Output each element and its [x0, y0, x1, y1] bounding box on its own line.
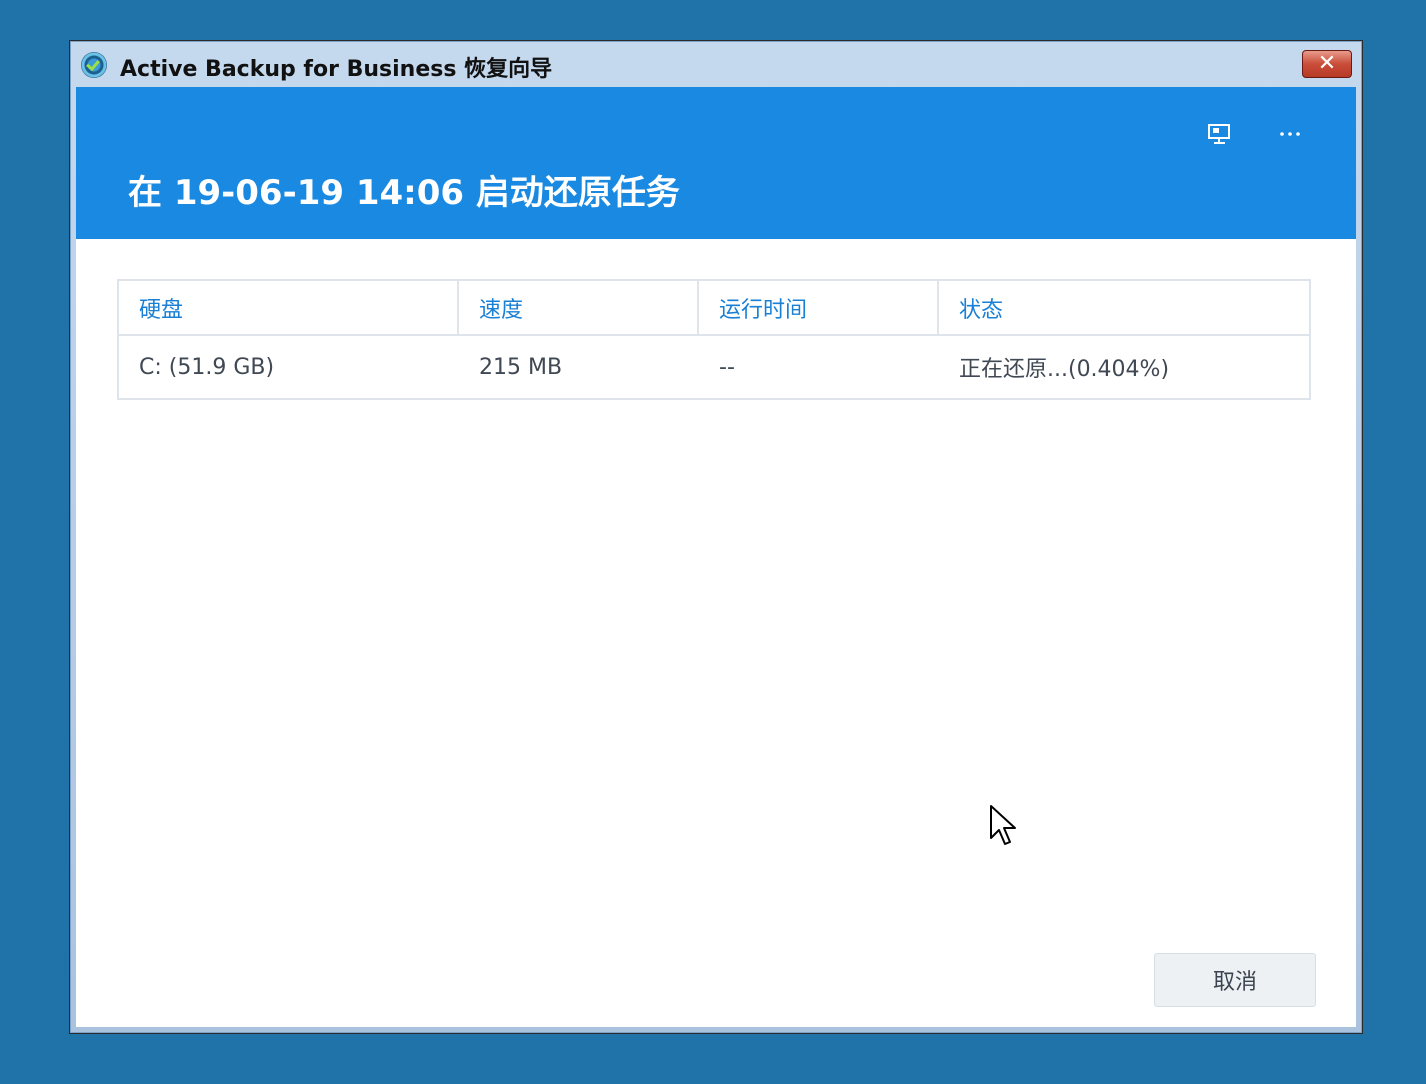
monitor-icon[interactable]: [1206, 123, 1234, 145]
column-header-runtime[interactable]: 运行时间: [699, 281, 939, 334]
table-header-row: 硬盘 速度 运行时间 状态: [119, 281, 1309, 336]
column-header-disk[interactable]: 硬盘: [119, 281, 459, 334]
recovery-wizard-window: Active Backup for Business 恢复向导 ✕ 在 19-0…: [69, 40, 1363, 1034]
speed-cell: 215 MB: [479, 354, 563, 380]
title-bar[interactable]: Active Backup for Business 恢复向导 ✕: [70, 41, 1362, 87]
wizard-header: 在 19-06-19 14:06 启动还原任务: [76, 87, 1356, 239]
active-backup-app-icon: [81, 52, 107, 78]
runtime-cell: --: [719, 354, 735, 380]
wizard-content: 在 19-06-19 14:06 启动还原任务 硬盘 速度 运行时间 状态 C:…: [76, 87, 1356, 1027]
column-header-speed[interactable]: 速度: [459, 281, 699, 334]
mouse-pointer-icon: [990, 805, 1016, 845]
close-button[interactable]: ✕: [1302, 50, 1352, 78]
task-start-title: 在 19-06-19 14:06 启动还原任务: [128, 173, 680, 213]
column-header-status[interactable]: 状态: [939, 281, 1309, 334]
status-cell: 正在还原...(0.404%): [959, 357, 1170, 382]
table-row[interactable]: C: (51.9 GB) 215 MB -- 正在还原...(0.404%): [119, 336, 1309, 398]
window-title: Active Backup for Business 恢复向导: [120, 57, 553, 82]
cancel-button[interactable]: 取消: [1154, 953, 1316, 1007]
disk-cell: C: (51.9 GB): [139, 354, 275, 380]
more-icon[interactable]: [1276, 123, 1304, 145]
restore-status-table: 硬盘 速度 运行时间 状态 C: (51.9 GB) 215 MB -- 正在还…: [117, 279, 1311, 400]
